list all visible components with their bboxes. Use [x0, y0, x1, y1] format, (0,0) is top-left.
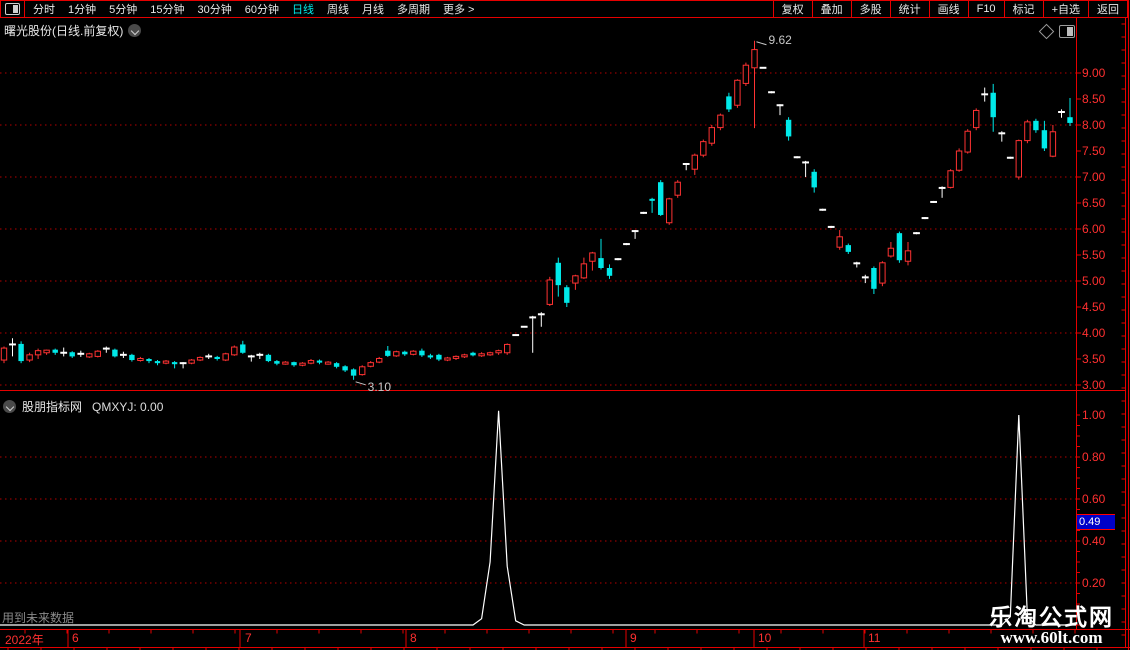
menu-item-period[interactable]: 月线 — [362, 1, 384, 17]
watermark: 乐淘公式网 www.60lt.com — [989, 605, 1114, 647]
period-menu: 分时 1分钟 5分钟 15分钟 30分钟 60分钟 日线 周线 月线 多周期 更多 > — [25, 1, 482, 17]
sub-panel-header: 股朋指标网 QMXYJ: 0.00 — [3, 398, 163, 415]
month-label: 8 — [410, 631, 417, 645]
menu-item-tool[interactable]: 统计 — [889, 1, 929, 17]
menu-item-tool[interactable]: F10 — [967, 1, 1004, 17]
month-label: 6 — [72, 631, 79, 645]
price-tick-label: 7.00 — [1082, 170, 1106, 184]
menu-item-tool[interactable]: +自选 — [1042, 1, 1088, 17]
window-layout-icon[interactable] — [5, 3, 20, 15]
price-tick-label: 6.00 — [1082, 222, 1106, 236]
chevron-down-icon[interactable] — [3, 400, 16, 413]
price-tick-label: 5.00 — [1082, 274, 1106, 288]
trading-app-window: 分时 1分钟 5分钟 15分钟 30分钟 60分钟 日线 周线 月线 多周期 更多 > 复权 叠加 多股… — [0, 0, 1130, 650]
year-label: 2022年 — [5, 633, 44, 647]
menu-item-tool[interactable]: 叠加 — [811, 1, 851, 17]
menu-item-period[interactable]: 周线 — [327, 1, 349, 17]
menu-item-tool[interactable]: 复权 — [772, 1, 812, 17]
menu-item-period[interactable]: 分时 — [33, 1, 55, 17]
menu-item-period[interactable]: 日线 — [292, 1, 314, 17]
price-tick-label: 8.50 — [1082, 92, 1106, 106]
indicator-tick-label: 0.40 — [1082, 534, 1106, 548]
watermark-site-name: 乐淘公式网 — [989, 604, 1114, 630]
month-label: 9 — [630, 631, 637, 645]
stock-title: 曙光股份(日线.前复权) — [4, 24, 124, 38]
titlebar-mini-icons — [1038, 23, 1075, 40]
menu-item-tool[interactable]: 返回 — [1088, 1, 1127, 17]
menu-item-tool[interactable]: 标记 — [1003, 1, 1043, 17]
month-label: 11 — [868, 631, 881, 645]
menu-item-tool[interactable]: 多股 — [850, 1, 890, 17]
panel-layout-icon[interactable] — [1059, 25, 1075, 38]
price-tick-label: 5.50 — [1082, 248, 1106, 262]
price-tick-label: 9.00 — [1082, 66, 1106, 80]
menu-item-period[interactable]: 更多 > — [443, 1, 474, 17]
watermark-url: www.60lt.com — [1000, 628, 1103, 647]
diamond-icon[interactable] — [1038, 23, 1055, 40]
month-label: 7 — [245, 631, 252, 645]
indicator-tick-label: 1.00 — [1082, 408, 1106, 422]
price-tick-label: 4.00 — [1082, 326, 1106, 340]
price-tick-label: 3.00 — [1082, 378, 1106, 392]
price-annotation: 3.10 — [367, 380, 391, 395]
menu-item-period[interactable]: 60分钟 — [245, 1, 279, 17]
menu-item-period[interactable]: 多周期 — [397, 1, 430, 17]
month-label: 10 — [758, 631, 772, 645]
indicator-tick-label: 0.80 — [1082, 450, 1106, 464]
top-menubar: 分时 1分钟 5分钟 15分钟 30分钟 60分钟 日线 周线 月线 多周期 更多 > 复权 叠加 多股… — [0, 0, 1128, 18]
indicator-tick-label: 0.60 — [1082, 492, 1106, 506]
price-tick-label: 7.50 — [1082, 144, 1106, 158]
menu-item-period[interactable]: 30分钟 — [198, 1, 232, 17]
price-tick-label: 4.50 — [1082, 300, 1106, 314]
price-tick-label: 8.00 — [1082, 118, 1106, 132]
menu-item-tool[interactable]: 画线 — [928, 1, 968, 17]
price-tick-label: 6.50 — [1082, 196, 1106, 210]
chart-titlebar: 曙光股份(日线.前复权) — [4, 22, 142, 39]
menu-item-period[interactable]: 15分钟 — [150, 1, 184, 17]
menu-item-period[interactable]: 1分钟 — [68, 1, 96, 17]
indicator-source: 股朋指标网 — [22, 400, 83, 414]
chevron-down-icon[interactable] — [128, 24, 142, 37]
indicator-tick-label: 0.20 — [1082, 576, 1106, 590]
future-data-note: 用到未来数据 — [2, 611, 75, 625]
indicator-value-label: QMXYJ: 0.00 — [92, 399, 164, 414]
chart-canvas — [0, 0, 1130, 650]
tools-menu: 复权 叠加 多股 统计 画线 F10 标记 +自选 返回 — [772, 1, 1127, 17]
menu-item-period[interactable]: 5分钟 — [109, 1, 137, 17]
price-tick-label: 3.50 — [1082, 352, 1106, 366]
price-annotation: 9.62 — [768, 32, 792, 47]
indicator-value-marker: 0.49 — [1077, 514, 1115, 531]
